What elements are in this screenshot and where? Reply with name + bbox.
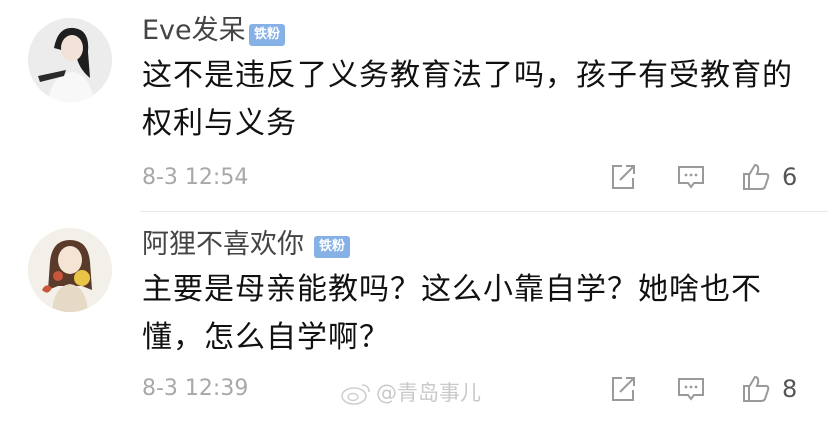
fan-badge: 铁粉: [249, 24, 286, 46]
username[interactable]: 阿狸不喜欢你: [142, 228, 304, 262]
share-icon[interactable]: [608, 162, 638, 192]
reply-icon[interactable]: [676, 374, 706, 404]
comment-item: Eve发呆 铁粉 这不是违反了义务教育法了吗，孩子有受教育的权利与义务 8-3 …: [0, 0, 828, 212]
like-count: 6: [782, 163, 798, 191]
reply-icon[interactable]: [676, 162, 706, 192]
avatar[interactable]: [28, 228, 112, 312]
comment-text: 主要是母亲能教吗？这么小靠自学？她啥也不懂，怎么自学啊？: [142, 272, 762, 355]
avatar[interactable]: [28, 18, 112, 102]
like-count: 8: [782, 375, 798, 403]
comment-text: 这不是违反了义务教育法了吗，孩子有受教育的权利与义务: [142, 58, 793, 141]
watermark: @青岛事儿: [376, 381, 481, 405]
thumbs-up-icon[interactable]: [741, 162, 771, 192]
fan-badge: 铁粉: [314, 236, 351, 258]
thumbs-up-icon[interactable]: [741, 374, 771, 404]
username[interactable]: Eve发呆: [142, 14, 246, 48]
share-icon[interactable]: [608, 374, 638, 404]
weibo-logo-icon: [341, 384, 370, 405]
timestamp: 8-3 12:54: [142, 165, 249, 190]
timestamp: 8-3 12:39: [142, 376, 249, 401]
